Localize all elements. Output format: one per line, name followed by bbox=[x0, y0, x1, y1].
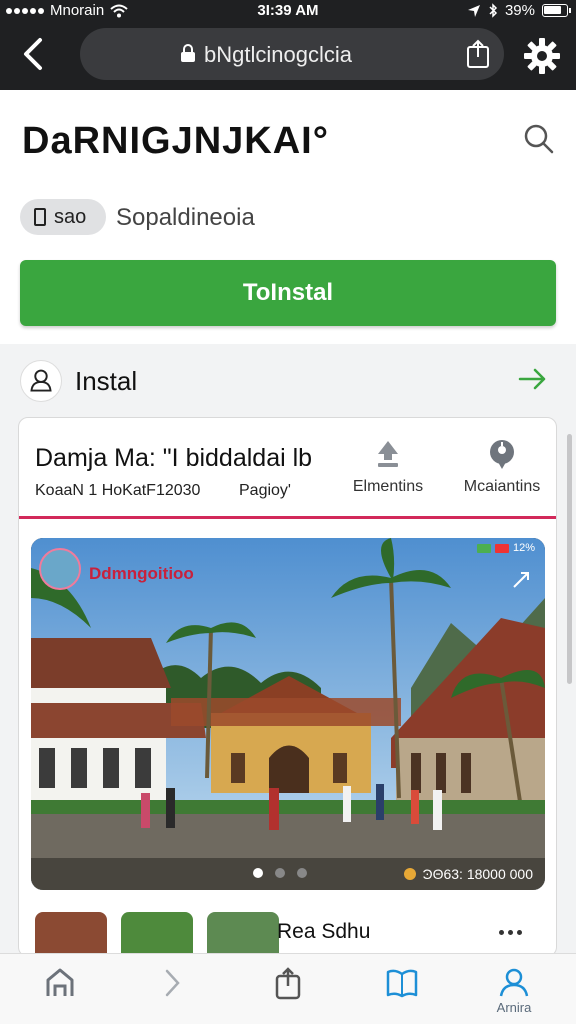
category-chip[interactable]: sao bbox=[20, 199, 106, 235]
pager-dot[interactable] bbox=[275, 868, 285, 878]
listing-card: Damja Ma: "I biddaldai lb KoaaN 1 HoKatF… bbox=[18, 417, 557, 957]
arrow-right-icon[interactable] bbox=[518, 366, 548, 392]
thumbnail[interactable] bbox=[207, 912, 279, 956]
photo-avatar bbox=[39, 548, 81, 590]
scrollbar[interactable] bbox=[567, 434, 572, 684]
mcaiantins-action[interactable]: Mcaiantins bbox=[447, 438, 557, 496]
search-icon[interactable] bbox=[522, 122, 556, 156]
more-icon[interactable] bbox=[499, 930, 522, 935]
lock-icon bbox=[181, 44, 195, 62]
card-meta-mid: Pagioy' bbox=[239, 482, 291, 499]
pin-icon bbox=[490, 440, 514, 469]
status-indicator-icon bbox=[476, 543, 491, 553]
home-icon bbox=[46, 968, 74, 996]
carousel-pager[interactable] bbox=[253, 868, 307, 878]
chevron-right-icon bbox=[165, 969, 180, 997]
nav-share[interactable] bbox=[260, 966, 316, 1016]
thumbnail[interactable] bbox=[121, 912, 193, 956]
bottom-nav: Arnira bbox=[0, 953, 576, 1024]
thumbnail[interactable] bbox=[35, 912, 107, 956]
share-icon[interactable] bbox=[466, 39, 490, 69]
upload-arrow-icon bbox=[378, 441, 398, 467]
thumbnail-strip bbox=[35, 912, 279, 956]
url-text: bNgtlcinogclcia bbox=[204, 42, 352, 67]
share-icon bbox=[275, 967, 301, 1000]
nav-account[interactable]: Arnira bbox=[486, 966, 542, 1016]
battery-icon bbox=[542, 4, 571, 17]
install-button[interactable]: ToInstal bbox=[20, 260, 556, 326]
nav-label: Arnira bbox=[496, 1000, 532, 1015]
photo-counter: ϿΘ63: 18000 000 bbox=[404, 866, 533, 882]
pager-dot[interactable] bbox=[297, 868, 307, 878]
chip-label: sao bbox=[54, 205, 87, 228]
bluetooth-icon bbox=[489, 3, 498, 18]
address-bar[interactable]: bNgtlcinogclcia bbox=[80, 28, 504, 80]
pager-dot-active[interactable] bbox=[253, 868, 263, 878]
status-right: 39% bbox=[467, 2, 571, 19]
expand-icon[interactable] bbox=[511, 570, 531, 590]
photo-status: 12% bbox=[476, 542, 535, 554]
photo-counter-text: ϿΘ63: 18000 000 bbox=[422, 866, 533, 882]
elmentins-action[interactable]: Elmentins bbox=[333, 438, 443, 496]
person-icon bbox=[499, 968, 529, 997]
action-label: Elmentins bbox=[352, 478, 424, 495]
battery-percent: 39% bbox=[504, 2, 535, 19]
card-title: Damja Ma: "I biddaldai lb bbox=[35, 444, 313, 472]
status-indicator-icon bbox=[494, 543, 509, 553]
section-title: Instal bbox=[75, 366, 138, 396]
nav-forward[interactable] bbox=[144, 966, 200, 1016]
photo-image bbox=[31, 538, 545, 890]
nav-home[interactable] bbox=[32, 966, 88, 1016]
photo-status-text: 12% bbox=[512, 542, 535, 554]
photo-label: Ddmngoitioo bbox=[89, 564, 194, 583]
nav-bookmarks[interactable] bbox=[374, 966, 430, 1016]
emoji-icon bbox=[404, 868, 417, 880]
location-icon bbox=[467, 4, 480, 17]
phone-icon bbox=[34, 208, 46, 226]
card-meta-left: KoaaN 1 HoKatF12030 bbox=[35, 482, 201, 499]
gear-icon[interactable] bbox=[522, 36, 562, 76]
app-title: DaRNIGJNJKAI° bbox=[22, 120, 329, 162]
person-icon bbox=[20, 360, 62, 402]
status-bar: Mnorain 3I:39 AM 39% bbox=[0, 0, 576, 22]
app-subtitle: Sopaldineoia bbox=[116, 204, 255, 231]
browser-toolbar: Mnorain 3I:39 AM 39% bNgtlcinogclcia bbox=[0, 0, 576, 90]
back-chevron-icon[interactable] bbox=[16, 36, 52, 72]
card-divider bbox=[19, 516, 556, 519]
thumb-title: Rea Sdhu bbox=[277, 920, 371, 943]
action-label: Mcaiantins bbox=[463, 478, 541, 495]
photo-carousel[interactable]: Ddmngoitioo 12% ϿΘ63: 18000 000 bbox=[31, 538, 545, 890]
section-header: Instal bbox=[0, 354, 576, 406]
book-icon bbox=[386, 969, 418, 998]
